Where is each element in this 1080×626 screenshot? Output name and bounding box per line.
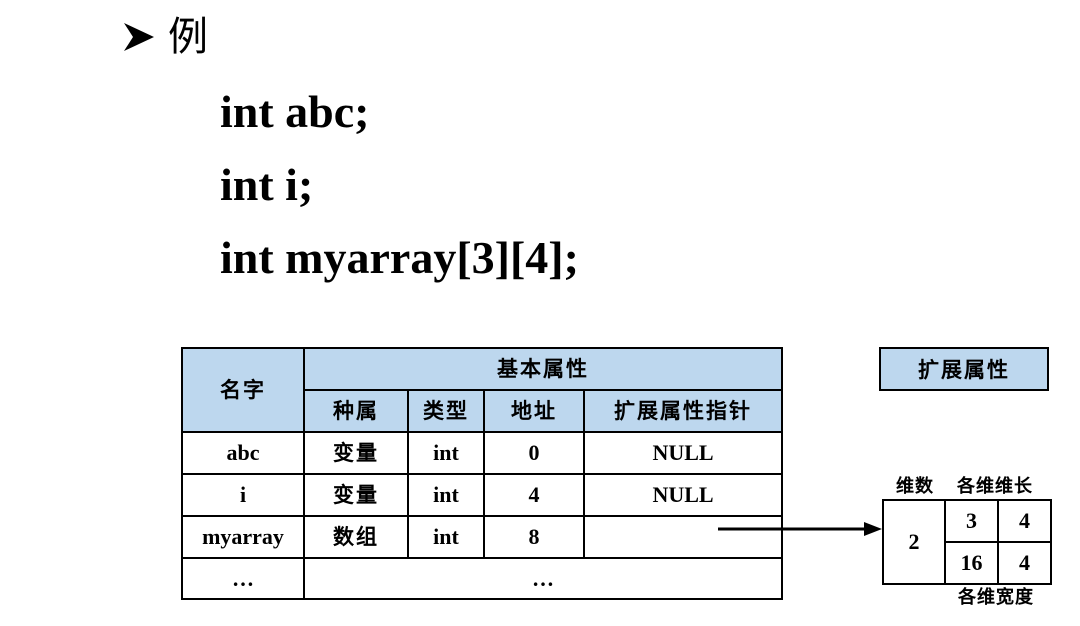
dimension-count-label: 维数 bbox=[896, 476, 934, 497]
cell-ext-pointer: NULL bbox=[583, 431, 783, 475]
extended-attributes-title: 扩展属性 bbox=[918, 358, 1010, 382]
dimension-length-cell: 3 bbox=[944, 499, 999, 543]
table-row: … … bbox=[181, 557, 783, 600]
dimension-table: 2 3 4 16 4 bbox=[882, 499, 1052, 585]
code-line-i: int i; bbox=[220, 159, 314, 210]
extended-attributes-box: 扩展属性 bbox=[879, 347, 1049, 391]
cell-kind: 变量 bbox=[303, 431, 409, 475]
table-row: abc 变量 int 0 NULL bbox=[181, 431, 783, 475]
heading-title: 例 bbox=[168, 14, 208, 60]
pointer-arrow-icon bbox=[718, 522, 882, 536]
cell-name: abc bbox=[181, 431, 305, 475]
cell-merged-ellipsis: … bbox=[303, 557, 783, 600]
cell-kind: 数组 bbox=[303, 515, 409, 559]
dimension-width-cell: 16 bbox=[944, 541, 999, 585]
cell-type: int bbox=[407, 515, 485, 559]
dimension-length-cell: 4 bbox=[997, 499, 1052, 543]
name-header: 名字 bbox=[181, 347, 305, 433]
cell-type: int bbox=[407, 473, 485, 517]
table-row: myarray 数组 int 8 bbox=[181, 515, 783, 559]
basic-attributes-header: 基本属性 bbox=[303, 347, 783, 391]
column-kind-header: 种属 bbox=[303, 389, 409, 433]
code-line-abc: int abc; bbox=[220, 86, 370, 137]
dimension-count-cell: 2 bbox=[882, 499, 946, 585]
slide-heading: 例 bbox=[122, 12, 208, 62]
cell-name-ellipsis: … bbox=[181, 557, 305, 600]
column-address-header: 地址 bbox=[483, 389, 585, 433]
cell-address: 4 bbox=[483, 473, 585, 517]
arrow-right-icon bbox=[124, 23, 154, 51]
dimension-lengths-label: 各维维长 bbox=[957, 476, 1033, 497]
cell-address: 0 bbox=[483, 431, 585, 475]
table-row: i 变量 int 4 NULL bbox=[181, 473, 783, 517]
column-type-header: 类型 bbox=[407, 389, 485, 433]
dimension-widths-label: 各维宽度 bbox=[958, 587, 1034, 608]
code-line-myarray: int myarray[3][4]; bbox=[220, 232, 579, 283]
column-ext-pointer-header: 扩展属性指针 bbox=[583, 389, 783, 433]
cell-address: 8 bbox=[483, 515, 585, 559]
cell-type: int bbox=[407, 431, 485, 475]
cell-name: i bbox=[181, 473, 305, 517]
cell-kind: 变量 bbox=[303, 473, 409, 517]
cell-name: myarray bbox=[181, 515, 305, 559]
cell-ext-pointer: NULL bbox=[583, 473, 783, 517]
dimension-width-cell: 4 bbox=[997, 541, 1052, 585]
symbol-table: 名字 基本属性 种属 类型 地址 扩展属性指针 abc 变量 int 0 NUL… bbox=[181, 347, 783, 600]
